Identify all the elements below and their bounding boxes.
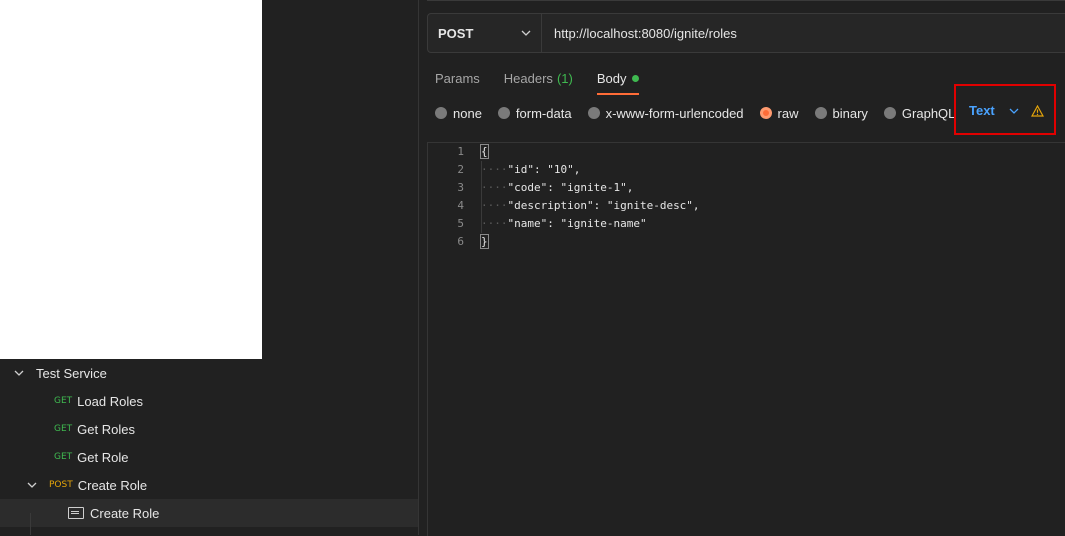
method-badge: GET	[54, 424, 73, 434]
tree-item-get-role[interactable]: GET Get Role	[0, 443, 418, 471]
code-text: "id": "10",	[507, 163, 581, 176]
radio-graphql[interactable]: GraphQL	[883, 105, 956, 121]
radio-label: GraphQL	[901, 105, 956, 121]
radio-icon[interactable]	[587, 107, 600, 119]
method-select[interactable]: POST	[428, 14, 542, 52]
code-text: "description": "ignite-desc",	[507, 199, 700, 212]
radio-label: form-data	[515, 105, 572, 121]
whitespace-marker: ····	[481, 217, 508, 230]
code-line: }	[480, 233, 700, 251]
blank-area	[0, 0, 262, 359]
chevron-down-icon	[521, 30, 531, 36]
radio-label: none	[453, 105, 482, 121]
tree-item-load-roles[interactable]: GET Load Roles	[0, 387, 418, 415]
code-line: {	[480, 143, 700, 161]
tree-guide	[30, 513, 31, 535]
radio-icon[interactable]	[814, 107, 827, 119]
request-tabs: Params Headers (1) Body	[435, 63, 663, 95]
tree-folder-test-service[interactable]: Test Service	[0, 359, 418, 387]
radio-checked-icon[interactable]	[759, 107, 772, 119]
tree-item-create-role[interactable]: POST Create Role	[0, 471, 418, 499]
line-number: 6	[457, 235, 464, 248]
radio-form-data[interactable]: form-data	[497, 105, 572, 121]
radio-label: binary	[832, 105, 868, 121]
code-line: ····"code": "ignite-1",	[481, 179, 700, 197]
radio-icon[interactable]	[497, 107, 510, 119]
code-text: "code": "ignite-1",	[507, 181, 634, 194]
tree-item-label: Create Role	[77, 477, 148, 493]
url-input[interactable]: http://localhost:8080/ignite/roles	[542, 14, 737, 52]
method-value: POST	[438, 25, 474, 41]
method-badge: GET	[54, 396, 73, 406]
tree-item-get-roles[interactable]: GET Get Roles	[0, 415, 418, 443]
tab-label: Body	[596, 70, 627, 86]
line-number: 2	[457, 163, 464, 176]
radio-label: x-www-form-urlencoded	[605, 105, 744, 121]
tree-item-label: Load Roles	[77, 393, 143, 409]
line-number: 3	[457, 181, 464, 194]
whitespace-marker: ····	[481, 163, 508, 176]
radio-binary[interactable]: binary	[814, 105, 868, 121]
example-icon	[68, 507, 84, 519]
body-editor[interactable]: 1 2 3 4 5 6 { ····"id": "10", ····"code"…	[427, 142, 1065, 536]
method-badge: GET	[54, 452, 73, 462]
tree-item-label: Get Role	[77, 449, 129, 465]
tab-params[interactable]: Params	[435, 63, 480, 93]
radio-none[interactable]: none	[435, 106, 482, 121]
code-line: ····"id": "10",	[481, 161, 700, 179]
code-line: ····"name": "ignite-name"	[481, 215, 700, 233]
code-text: {	[480, 144, 489, 159]
line-number: 1	[457, 145, 464, 158]
tab-label: Params	[435, 70, 480, 86]
radio-x-www-form-urlencoded[interactable]: x-www-form-urlencoded	[587, 105, 744, 121]
tree-item-label: Get Roles	[77, 421, 135, 437]
code-text: "name": "ignite-name"	[507, 217, 647, 230]
tree-item-label: Create Role	[90, 505, 160, 521]
tab-label: Headers	[503, 70, 553, 86]
line-number: 4	[457, 199, 464, 212]
code-text: }	[480, 234, 489, 249]
method-badge: POST	[49, 480, 73, 490]
url-bar: POST http://localhost:8080/ignite/roles	[427, 13, 1065, 53]
radio-icon[interactable]	[883, 107, 896, 119]
request-panel: POST http://localhost:8080/ignite/roles …	[419, 0, 1065, 536]
tab-headers[interactable]: Headers (1)	[504, 63, 573, 93]
status-dot-icon	[632, 74, 640, 82]
radio-raw[interactable]: raw	[759, 105, 799, 121]
body-type-options: none form-data x-www-form-urlencoded raw…	[435, 103, 955, 123]
code-line: ····"description": "ignite-desc",	[481, 197, 700, 215]
radio-icon[interactable]	[435, 107, 447, 119]
chevron-down-icon[interactable]	[14, 368, 24, 378]
whitespace-marker: ····	[481, 181, 508, 194]
sidebar: Test Service GET Load Roles GET Get Role…	[0, 0, 418, 535]
highlight-box	[954, 84, 1056, 135]
tree-item-label: Test Service	[36, 365, 107, 381]
line-number: 5	[457, 217, 464, 230]
chevron-down-icon[interactable]	[27, 480, 37, 490]
headers-count: (1)	[556, 70, 573, 86]
radio-label: raw	[777, 105, 799, 121]
tab-body[interactable]: Body	[596, 63, 640, 95]
line-numbers: 1 2 3 4 5 6	[428, 143, 464, 251]
top-border	[427, 0, 1065, 1]
tree-item-create-role-example[interactable]: Create Role	[0, 499, 418, 527]
code-content[interactable]: { ····"id": "10", ····"code": "ignite-1"…	[480, 143, 700, 251]
whitespace-marker: ····	[481, 199, 508, 212]
